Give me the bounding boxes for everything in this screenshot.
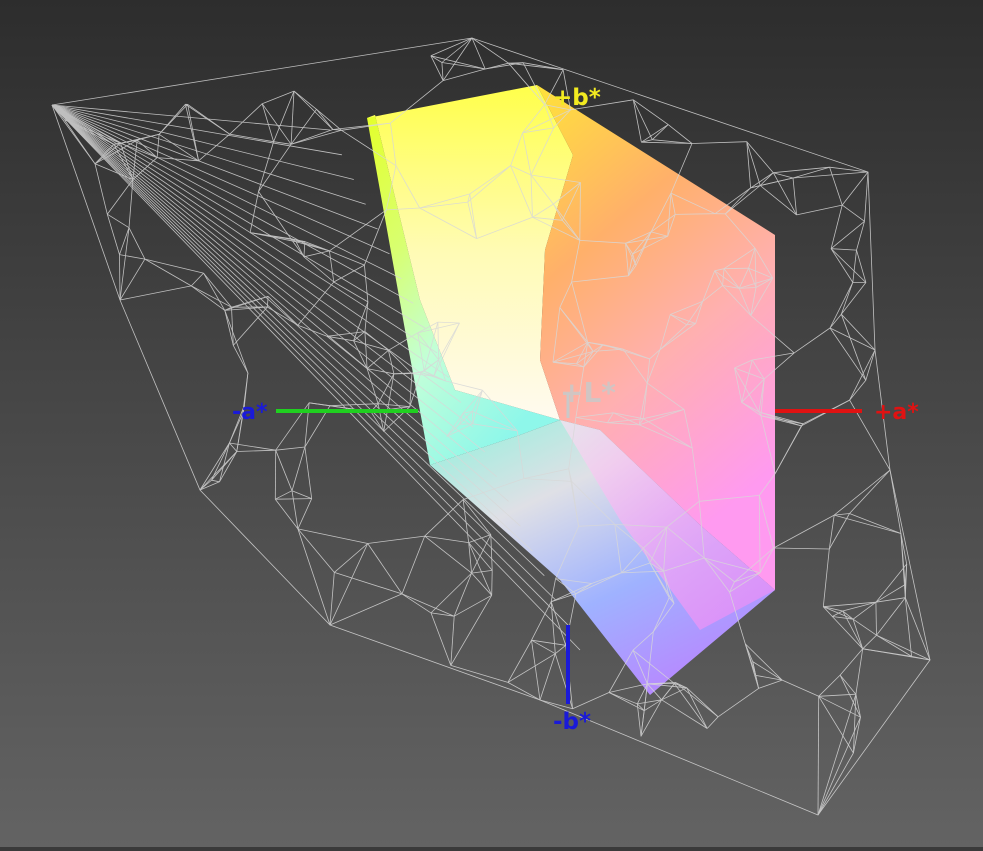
wireframe-edge	[492, 570, 493, 595]
wireframe-edge	[724, 268, 749, 269]
plus-l-axis-label: +L*	[560, 376, 616, 409]
gamut-3d-scene[interactable]: +b* -a* +a* -b* +L*	[0, 0, 983, 847]
gamut-viewport[interactable]: +b* -a* +a* -b* +L*	[0, 0, 983, 847]
plus-b-axis-label: +b*	[553, 85, 601, 111]
plus-a-axis-label: +a*	[874, 400, 919, 425]
minus-b-axis-label: -b*	[553, 709, 591, 735]
minus-a-axis-label: -a*	[232, 400, 268, 425]
wireframe-edge	[120, 255, 121, 300]
